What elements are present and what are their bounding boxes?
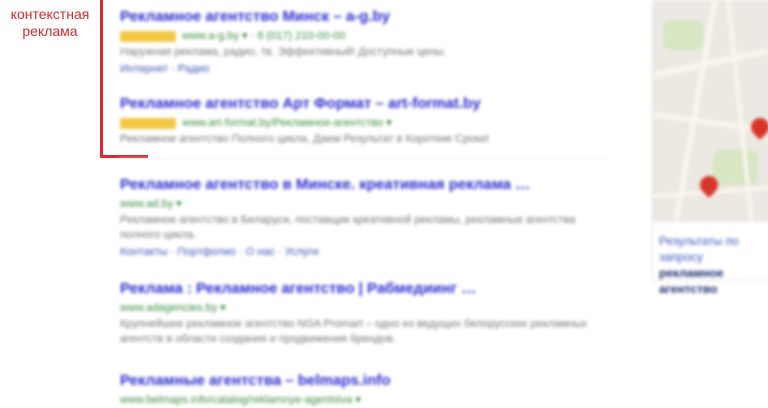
map-caption: Результаты по запросу рекламное агентств… (659, 233, 767, 297)
result-url[interactable]: www.ad.by ▾ (120, 197, 610, 210)
ad-badge: Реклама (120, 31, 177, 42)
result-url: Реклама www.a-g.by ▾ · 8 (017) 210-00-00 (120, 29, 610, 42)
result-snippet: Рекламное агентство в Беларуси, поставщи… (120, 214, 576, 241)
result-title-link[interactable]: Реклама : Рекламное агентство | Рабмедии… (120, 280, 610, 297)
organic-result-1: Рекламное агентство в Минске. креативная… (120, 176, 610, 258)
result-snippet: Наружная реклама, радио, тв. Эффективный… (120, 46, 447, 58)
result-sitelinks[interactable]: Контакты · Портфолио · О нас · Услуги (120, 246, 610, 258)
ad-result-1: Рекламное агентство Минск – a-g.by Рекла… (120, 8, 610, 75)
result-url-text[interactable]: www.art-format.by/Рекламное-агентство ▾ (182, 117, 392, 129)
ad-badge: Реклама (120, 118, 177, 129)
result-title-link[interactable]: Рекламное агентство в Минске. креативная… (120, 176, 610, 193)
map-image[interactable] (653, 0, 768, 222)
result-url-text[interactable]: www.a-g.by ▾ · 8 (017) 210-00-00 (182, 30, 345, 42)
result-url[interactable]: www.belmaps.info/catalog/reklamnye-agent… (120, 393, 610, 406)
result-title-link[interactable]: Рекламное агентство Минск – a-g.by (120, 8, 610, 25)
result-snippet: Крупнейшее рекламное агентство NGA Proma… (120, 318, 588, 345)
result-url[interactable]: www.adagencies.by ▾ (120, 301, 610, 314)
map-caption-link[interactable]: Результаты по запросу (659, 233, 767, 265)
map-card: Результаты по запросу рекламное агентств… (652, 0, 768, 296)
ads-separator (118, 158, 608, 159)
result-title-link[interactable]: Рекламные агентства – belmaps.info (120, 372, 610, 389)
result-sitelinks[interactable]: Интернет · Радио (120, 63, 610, 75)
map-caption-query[interactable]: рекламное агентство (659, 265, 767, 297)
annotation-label: контекстная реклама (10, 6, 90, 39)
result-url: Реклама www.art-format.by/Рекламное-агент… (120, 116, 610, 129)
map-marker-icon[interactable] (747, 114, 768, 140)
result-snippet: Рекламное агентство Полного цикла. Даем … (120, 133, 490, 145)
organic-result-3: Рекламные агентства – belmaps.info www.b… (120, 372, 610, 406)
result-title-link[interactable]: Рекламное агентство Арт Формат – art-for… (120, 95, 610, 112)
ad-result-2: Рекламное агентство Арт Формат – art-for… (120, 95, 610, 147)
organic-result-2: Реклама : Рекламное агентство | Рабмедии… (120, 280, 610, 347)
annotation-bracket-vertical (100, 0, 103, 158)
